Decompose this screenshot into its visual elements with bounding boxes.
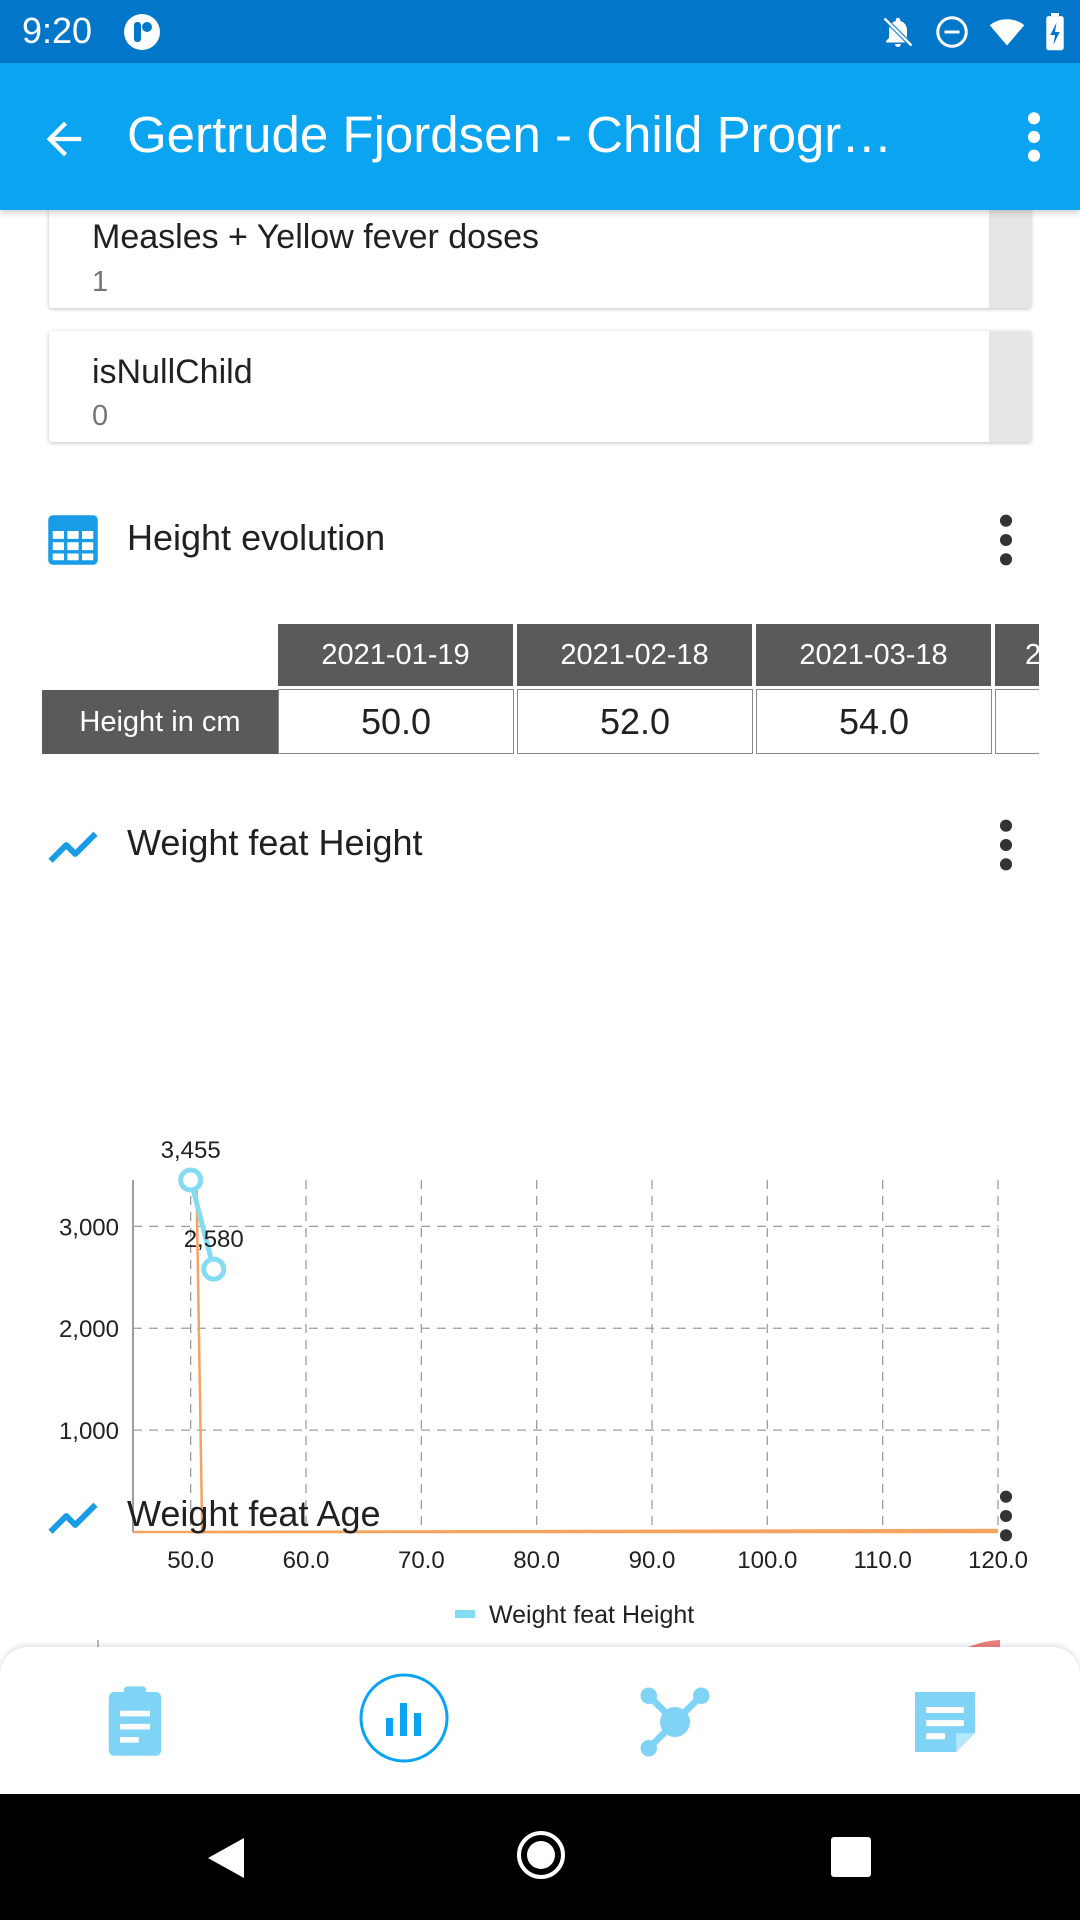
chart-series: 3,455 2,580 [161, 1137, 244, 1282]
line-chart-icon [46, 818, 100, 872]
indicator-label: isNullChild [92, 353, 253, 391]
app-bar: Gertrude Fjordsen - Child Progr… [0, 63, 1080, 210]
line-chart-icon [46, 1489, 100, 1543]
clipboard-icon[interactable] [90, 1677, 180, 1767]
notifications-off-icon [880, 14, 916, 50]
recents-icon[interactable] [830, 1836, 872, 1883]
indicator-card: Measles + Yellow fever doses 1 [49, 210, 1031, 308]
page-title: Gertrude Fjordsen - Child Progr… [127, 106, 893, 163]
data-label: 2,580 [184, 1226, 244, 1253]
table-cell: 50.0 [278, 689, 514, 754]
table-cell: 52.0 [517, 689, 753, 754]
home-icon[interactable] [516, 1830, 566, 1885]
section-title: Height evolution [127, 517, 386, 558]
card-strip [989, 331, 1031, 442]
table-cell [995, 689, 1039, 754]
status-bar: 9:20 [0, 0, 1080, 63]
do-not-disturb-icon [934, 14, 970, 50]
weight-age-header: Weight feat Age [0, 1475, 1080, 1555]
table-column-header: 2021-03-18 [756, 624, 991, 686]
series-line [188, 1179, 217, 1270]
wifi-icon [988, 14, 1026, 50]
bar-chart-icon[interactable] [359, 1673, 449, 1763]
data-label: 3,455 [161, 1137, 221, 1164]
table-row-header: Height in cm [42, 690, 278, 754]
table-column-header: 2021-02-18 [517, 624, 752, 686]
height-evolution-header: Height evolution [0, 499, 1080, 579]
y-tick-label: 2,000 [59, 1316, 119, 1343]
more-vert-icon[interactable] [988, 511, 1024, 569]
table-cell: 54.0 [756, 689, 992, 754]
table-column-header: 2021-01-19 [278, 624, 513, 686]
legend-swatch [455, 1610, 475, 1618]
indicator-card: isNullChild 0 [49, 331, 1031, 442]
indicator-value: 1 [92, 266, 109, 298]
card-strip [989, 210, 1031, 308]
table-column-header: 2 [995, 624, 1039, 686]
back-icon[interactable] [204, 1834, 248, 1887]
notes-icon[interactable] [900, 1677, 990, 1767]
height-table: 2021-01-19 2021-02-18 2021-03-18 2 Heigh… [42, 624, 1039, 760]
y-tick-label: 1,000 [59, 1418, 119, 1445]
data-point [201, 1256, 227, 1282]
y-tick-label: 3,000 [59, 1214, 119, 1241]
app-logo-icon [122, 12, 162, 52]
section-title: Weight feat Age [127, 1493, 381, 1534]
legend-label: Weight feat Height [489, 1601, 694, 1629]
weight-age-chart-peek [97, 1640, 1000, 1647]
system-navigation-bar [0, 1794, 1080, 1920]
more-vert-icon[interactable] [988, 816, 1024, 874]
chart-legend: Weight feat Height [455, 1601, 694, 1629]
status-time: 9:20 [22, 10, 93, 51]
section-title: Weight feat Height [127, 822, 423, 863]
arrow-back-icon[interactable] [38, 113, 90, 165]
bottom-navigation [0, 1647, 1080, 1794]
data-point [178, 1167, 204, 1193]
weight-height-header: Weight feat Height [0, 804, 1080, 884]
more-vert-icon[interactable] [988, 1487, 1024, 1545]
battery-charging-icon [1044, 13, 1066, 51]
dashboard-content[interactable]: Measles + Yellow fever doses 1 isNullChi… [0, 210, 1080, 1647]
more-vert-icon[interactable] [1014, 109, 1054, 165]
indicator-label: Measles + Yellow fever doses [92, 218, 539, 256]
network-icon[interactable] [630, 1677, 720, 1767]
indicator-value: 0 [92, 400, 109, 432]
table-icon [46, 513, 100, 567]
